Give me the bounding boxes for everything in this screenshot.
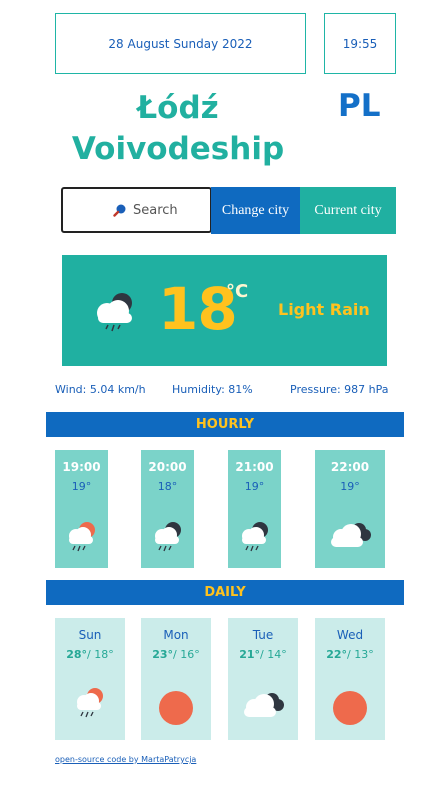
- daily-high: 21°: [239, 648, 261, 661]
- hourly-card: 22:00 19°: [315, 450, 385, 568]
- daily-card: Wed 22°/ 13°: [315, 618, 385, 740]
- daily-range: 28°/ 18°: [66, 648, 114, 661]
- pressure-stat: Pressure: 987 hPa: [290, 383, 389, 396]
- current-weather-card: 18 °C Light Rain: [62, 255, 387, 366]
- time-box: 19:55: [324, 13, 396, 74]
- daily-card: Mon 23°/ 16°: [141, 618, 211, 740]
- hourly-time: 21:00: [235, 460, 274, 474]
- rain-cloud-icon: [94, 291, 140, 337]
- daily-high: 23°: [152, 648, 174, 661]
- current-city-button[interactable]: Current city: [300, 187, 396, 234]
- hourly-card: 21:00 19°: [228, 450, 281, 568]
- search-placeholder: Search: [133, 202, 178, 218]
- hourly-temp: 19°: [244, 480, 265, 493]
- daily-day: Sun: [78, 628, 102, 642]
- daily-day: Wed: [336, 628, 364, 642]
- daily-header: DAILY: [46, 580, 404, 605]
- hourly-header: HOURLY: [46, 412, 404, 437]
- cloudy-icon: [327, 520, 373, 554]
- humidity-stat: Humidity: 81%: [172, 383, 253, 396]
- daily-low: 14°: [267, 648, 287, 661]
- daily-range: 22°/ 13°: [326, 648, 374, 661]
- daily-card: Sun 28°/ 18°: [55, 618, 125, 740]
- hourly-time: 20:00: [148, 460, 187, 474]
- rain-cloud-icon: [151, 520, 185, 556]
- hourly-time: 19:00: [62, 460, 101, 474]
- hourly-temp: 19°: [340, 480, 360, 493]
- hourly-card: 19:00 19°: [55, 450, 108, 568]
- city-line-1: Łódź: [137, 90, 219, 126]
- daily-high: 22°: [326, 648, 348, 661]
- date-box: 28 August Sunday 2022: [55, 13, 306, 74]
- sun-rain-icon: [73, 686, 107, 722]
- search-icon: [113, 203, 127, 217]
- country-code: PL: [338, 88, 381, 124]
- hourly-temp: 18°: [157, 480, 178, 493]
- source-code-link[interactable]: open-source code by MartaPatrycja: [55, 755, 196, 764]
- daily-low: 18°: [94, 648, 114, 661]
- daily-high: 28°: [66, 648, 88, 661]
- daily-day: Tue: [252, 628, 274, 642]
- hourly-time: 22:00: [330, 460, 370, 474]
- sun-icon: [158, 690, 194, 730]
- daily-range: 23°/ 16°: [152, 648, 200, 661]
- city-name: Łódź Voivodeship: [60, 88, 296, 170]
- daily-low: 16°: [180, 648, 200, 661]
- weather-description: Light Rain: [278, 300, 370, 319]
- daily-day: Mon: [163, 628, 189, 642]
- current-temp: 18: [158, 275, 238, 343]
- cloudy-icon: [240, 690, 286, 724]
- daily-range: 21°/ 14°: [239, 648, 287, 661]
- hourly-card: 20:00 18°: [141, 450, 194, 568]
- rain-cloud-icon: [238, 520, 272, 556]
- temp-unit: °C: [226, 281, 249, 302]
- time-text: 19:55: [342, 36, 378, 51]
- search-field[interactable]: Search: [61, 187, 212, 233]
- stats-row: Wind: 5.04 km/h Humidity: 81% Pressure: …: [0, 383, 440, 399]
- change-city-button[interactable]: Change city: [211, 187, 300, 234]
- sun-rain-icon: [65, 520, 99, 556]
- sun-icon: [332, 690, 368, 730]
- city-line-2: Voivodeship: [71, 131, 285, 167]
- daily-card: Tue 21°/ 14°: [228, 618, 298, 740]
- date-text: 28 August Sunday 2022: [108, 36, 253, 51]
- daily-low: 13°: [354, 648, 374, 661]
- hourly-temp: 19°: [71, 480, 92, 493]
- wind-stat: Wind: 5.04 km/h: [55, 383, 146, 396]
